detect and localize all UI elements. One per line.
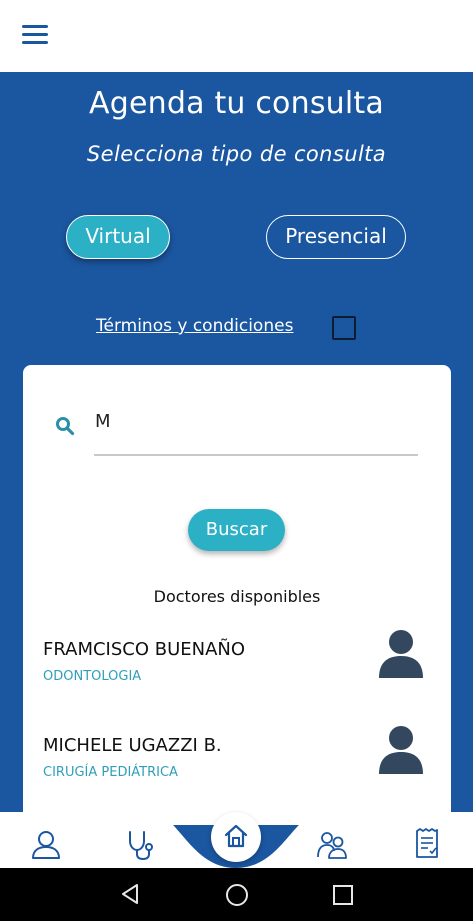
doctor-specialty: ODONTOLOGIA bbox=[43, 669, 142, 684]
page-subtitle: Selecciona tipo de consulta bbox=[86, 142, 387, 166]
doctor-avatar-icon bbox=[379, 726, 423, 774]
page-title: Agenda tu consulta bbox=[89, 86, 384, 121]
bottom-navigation bbox=[0, 812, 473, 868]
doctor-specialty: CIRUGÍA PEDIÁTRICA bbox=[43, 765, 178, 780]
user-icon[interactable] bbox=[30, 830, 62, 860]
system-navigation-bar bbox=[0, 868, 473, 921]
doctor-avatar-icon bbox=[379, 630, 423, 678]
recents-icon[interactable] bbox=[332, 884, 354, 906]
virtual-button[interactable]: Virtual bbox=[66, 215, 170, 259]
top-app-bar bbox=[0, 0, 473, 72]
terms-link[interactable]: Términos y condiciones bbox=[96, 316, 293, 336]
search-icon bbox=[56, 417, 75, 436]
back-icon[interactable] bbox=[118, 882, 142, 906]
search-input-underline bbox=[94, 454, 418, 456]
doctors-heading: Doctores disponibles bbox=[153, 587, 321, 606]
doctor-list-item[interactable]: MICHELE UGAZZI B. CIRUGÍA PEDIÁTRICA bbox=[23, 726, 451, 813]
doctor-list-item[interactable]: FRAMCISCO BUENAÑO ODONTOLOGIA bbox=[23, 630, 451, 717]
home-button[interactable] bbox=[211, 812, 261, 862]
home-circle-icon[interactable] bbox=[225, 883, 249, 907]
doctors-icon[interactable] bbox=[316, 830, 348, 860]
search-button[interactable]: Buscar bbox=[188, 509, 285, 551]
doctor-name: MICHELE UGAZZI B. bbox=[43, 735, 222, 756]
search-card: M Buscar Doctores disponibles FRAMCISCO … bbox=[23, 365, 451, 825]
terms-checkbox[interactable] bbox=[332, 316, 356, 340]
doctor-name: FRAMCISCO BUENAÑO bbox=[43, 639, 246, 660]
home-icon bbox=[224, 824, 248, 848]
presencial-button[interactable]: Presencial bbox=[266, 215, 406, 259]
search-input[interactable]: M bbox=[95, 411, 111, 432]
menu-icon[interactable] bbox=[22, 25, 48, 45]
document-icon[interactable] bbox=[415, 827, 439, 859]
stethoscope-icon[interactable] bbox=[125, 829, 157, 861]
